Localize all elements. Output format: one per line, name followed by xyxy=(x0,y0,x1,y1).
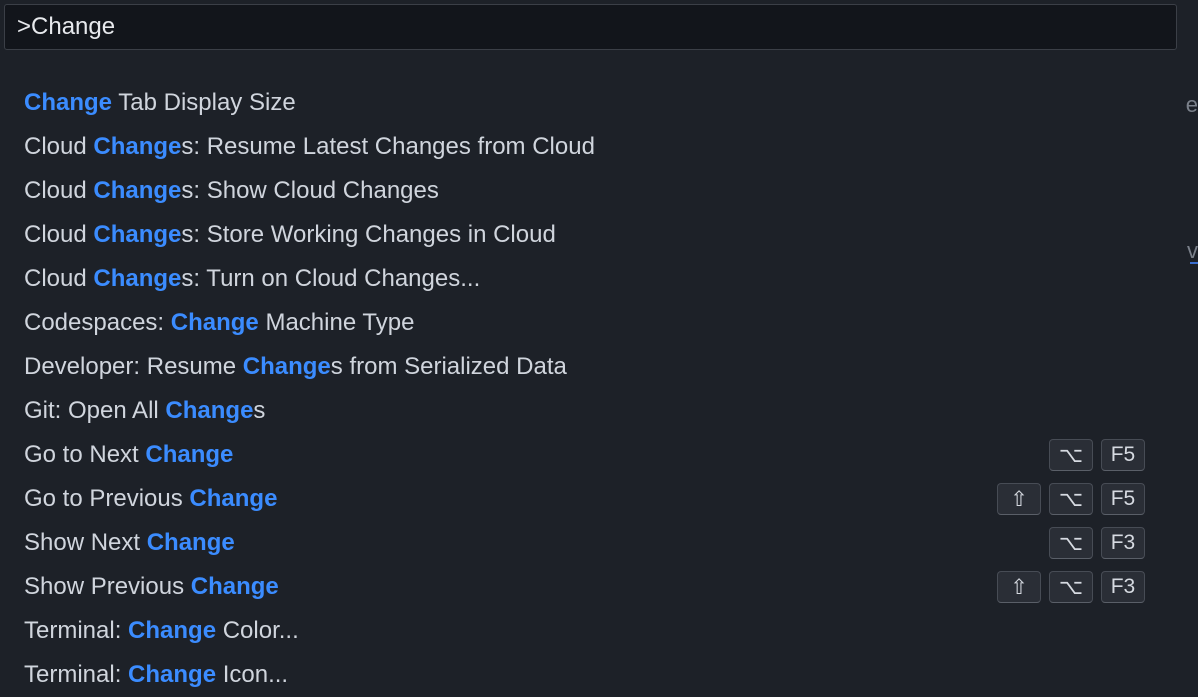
command-result-item[interactable]: Terminal: Change Icon... xyxy=(0,653,1190,697)
command-result-label: Git: Open All Changes xyxy=(24,397,265,425)
match-highlight: Change xyxy=(146,529,235,556)
command-result-item[interactable]: Codespaces: Change Machine Type xyxy=(0,301,1190,345)
label-prefix: Cloud xyxy=(24,265,94,292)
label-prefix: Cloud xyxy=(24,177,94,204)
label-prefix: Developer: Resume xyxy=(24,353,243,380)
label-suffix: s xyxy=(253,397,266,424)
function-key: F5 xyxy=(1101,483,1145,515)
command-result-label: Terminal: Change Icon... xyxy=(24,661,288,689)
command-result-label: Go to Previous Change xyxy=(24,485,277,513)
match-highlight: Change xyxy=(93,265,182,292)
label-prefix: Codespaces: xyxy=(24,309,171,336)
command-input[interactable]: >Change xyxy=(4,4,1177,50)
label-prefix: Terminal: xyxy=(24,617,129,644)
label-suffix: s: Store Working Changes in Cloud xyxy=(181,221,556,248)
command-result-label: Cloud Changes: Turn on Cloud Changes... xyxy=(24,265,480,293)
command-result-item[interactable]: Change Tab Display Size xyxy=(0,81,1190,125)
match-highlight: Change xyxy=(128,661,217,688)
command-result-label: Cloud Changes: Show Cloud Changes xyxy=(24,177,439,205)
option-key-icon: ⌥ xyxy=(1049,439,1093,471)
match-highlight: Change xyxy=(190,573,279,600)
option-key-icon: ⌥ xyxy=(1049,483,1093,515)
command-result-item[interactable]: Cloud Changes: Resume Latest Changes fro… xyxy=(0,125,1190,169)
command-result-label: Terminal: Change Color... xyxy=(24,617,299,645)
command-result-label: Show Previous Change xyxy=(24,573,279,601)
background-editor-underline xyxy=(1190,262,1198,264)
command-result-item[interactable]: Cloud Changes: Store Working Changes in … xyxy=(0,213,1190,257)
shift-key-icon: ⇧ xyxy=(997,571,1041,603)
shift-key-icon: ⇧ xyxy=(997,483,1041,515)
label-prefix: Show Next xyxy=(24,529,147,556)
label-suffix: s: Turn on Cloud Changes... xyxy=(181,265,481,292)
function-key: F3 xyxy=(1101,571,1145,603)
command-result-item[interactable]: Developer: Resume Changes from Serialize… xyxy=(0,345,1190,389)
command-result-label: Codespaces: Change Machine Type xyxy=(24,309,414,337)
keybinding: ⇧ ⌥ F3 xyxy=(997,571,1145,603)
command-palette: Change Tab Display Size Cloud Changes: Re… xyxy=(0,0,1198,688)
label-suffix: Icon... xyxy=(222,661,289,688)
label-space xyxy=(216,617,223,644)
command-result-label: Show Next Change xyxy=(24,529,235,557)
command-result-item[interactable]: Go to Previous Change ⇧ ⌥ F5 xyxy=(0,477,1190,521)
label-suffix: s from Serialized Data xyxy=(330,353,567,380)
label-prefix: Go to Previous xyxy=(24,485,190,512)
label-prefix: Git: Open All xyxy=(24,397,166,424)
label-suffix: Machine Type xyxy=(265,309,415,336)
command-result-item[interactable]: Go to Next Change ⌥ F5 xyxy=(0,433,1190,477)
match-highlight: Change xyxy=(170,309,259,336)
label-suffix: s: Show Cloud Changes xyxy=(181,177,439,204)
command-result-label: Cloud Changes: Store Working Changes in … xyxy=(24,221,556,249)
label-prefix: Show Previous xyxy=(24,573,191,600)
command-results-list: Change Tab Display Size Cloud Changes: Re… xyxy=(0,0,1190,688)
background-editor-fragment: e xyxy=(1185,92,1198,117)
keybinding: ⇧ ⌥ F5 xyxy=(997,483,1145,515)
option-key-icon: ⌥ xyxy=(1049,527,1093,559)
match-highlight: Change xyxy=(165,397,254,424)
command-result-item[interactable]: Terminal: Change Color... xyxy=(0,609,1190,653)
keybinding: ⌥ F5 xyxy=(1049,439,1145,471)
match-highlight: Change xyxy=(242,353,331,380)
option-key-icon: ⌥ xyxy=(1049,571,1093,603)
command-input-value: >Change xyxy=(17,13,116,40)
label-space xyxy=(216,661,223,688)
command-result-item[interactable]: Show Previous Change ⇧ ⌥ F3 xyxy=(0,565,1190,609)
label-suffix: Color... xyxy=(222,617,299,644)
command-result-item[interactable]: Cloud Changes: Show Cloud Changes xyxy=(0,169,1190,213)
match-highlight: Change xyxy=(189,485,278,512)
command-result-label: Change Tab Display Size xyxy=(24,89,296,117)
command-result-item[interactable]: Git: Open All Changes xyxy=(0,389,1190,433)
background-editor-edge: e v xyxy=(1186,0,1198,676)
label-suffix: s: Resume Latest Changes from Cloud xyxy=(181,133,595,160)
match-highlight: Change xyxy=(128,617,217,644)
command-result-item[interactable]: Show Next Change ⌥ F3 xyxy=(0,521,1190,565)
match-highlight: Change xyxy=(93,221,182,248)
background-editor-fragment: v xyxy=(1187,238,1198,263)
command-result-label: Go to Next Change xyxy=(24,441,233,469)
match-highlight: Change xyxy=(93,133,182,160)
command-result-item[interactable]: Cloud Changes: Turn on Cloud Changes... xyxy=(0,257,1190,301)
function-key: F3 xyxy=(1101,527,1145,559)
label-prefix: Cloud xyxy=(24,221,94,248)
match-highlight: Change xyxy=(145,441,234,468)
label-suffix: Tab Display Size xyxy=(118,89,296,116)
match-highlight: Change xyxy=(93,177,182,204)
match-highlight: Change xyxy=(24,89,113,116)
command-result-label: Developer: Resume Changes from Serialize… xyxy=(24,353,567,381)
function-key: F5 xyxy=(1101,439,1145,471)
command-result-label: Cloud Changes: Resume Latest Changes fro… xyxy=(24,133,595,161)
label-prefix: Cloud xyxy=(24,133,94,160)
keybinding: ⌥ F3 xyxy=(1049,527,1145,559)
label-prefix: Terminal: xyxy=(24,661,129,688)
label-prefix: Go to Next xyxy=(24,441,146,468)
